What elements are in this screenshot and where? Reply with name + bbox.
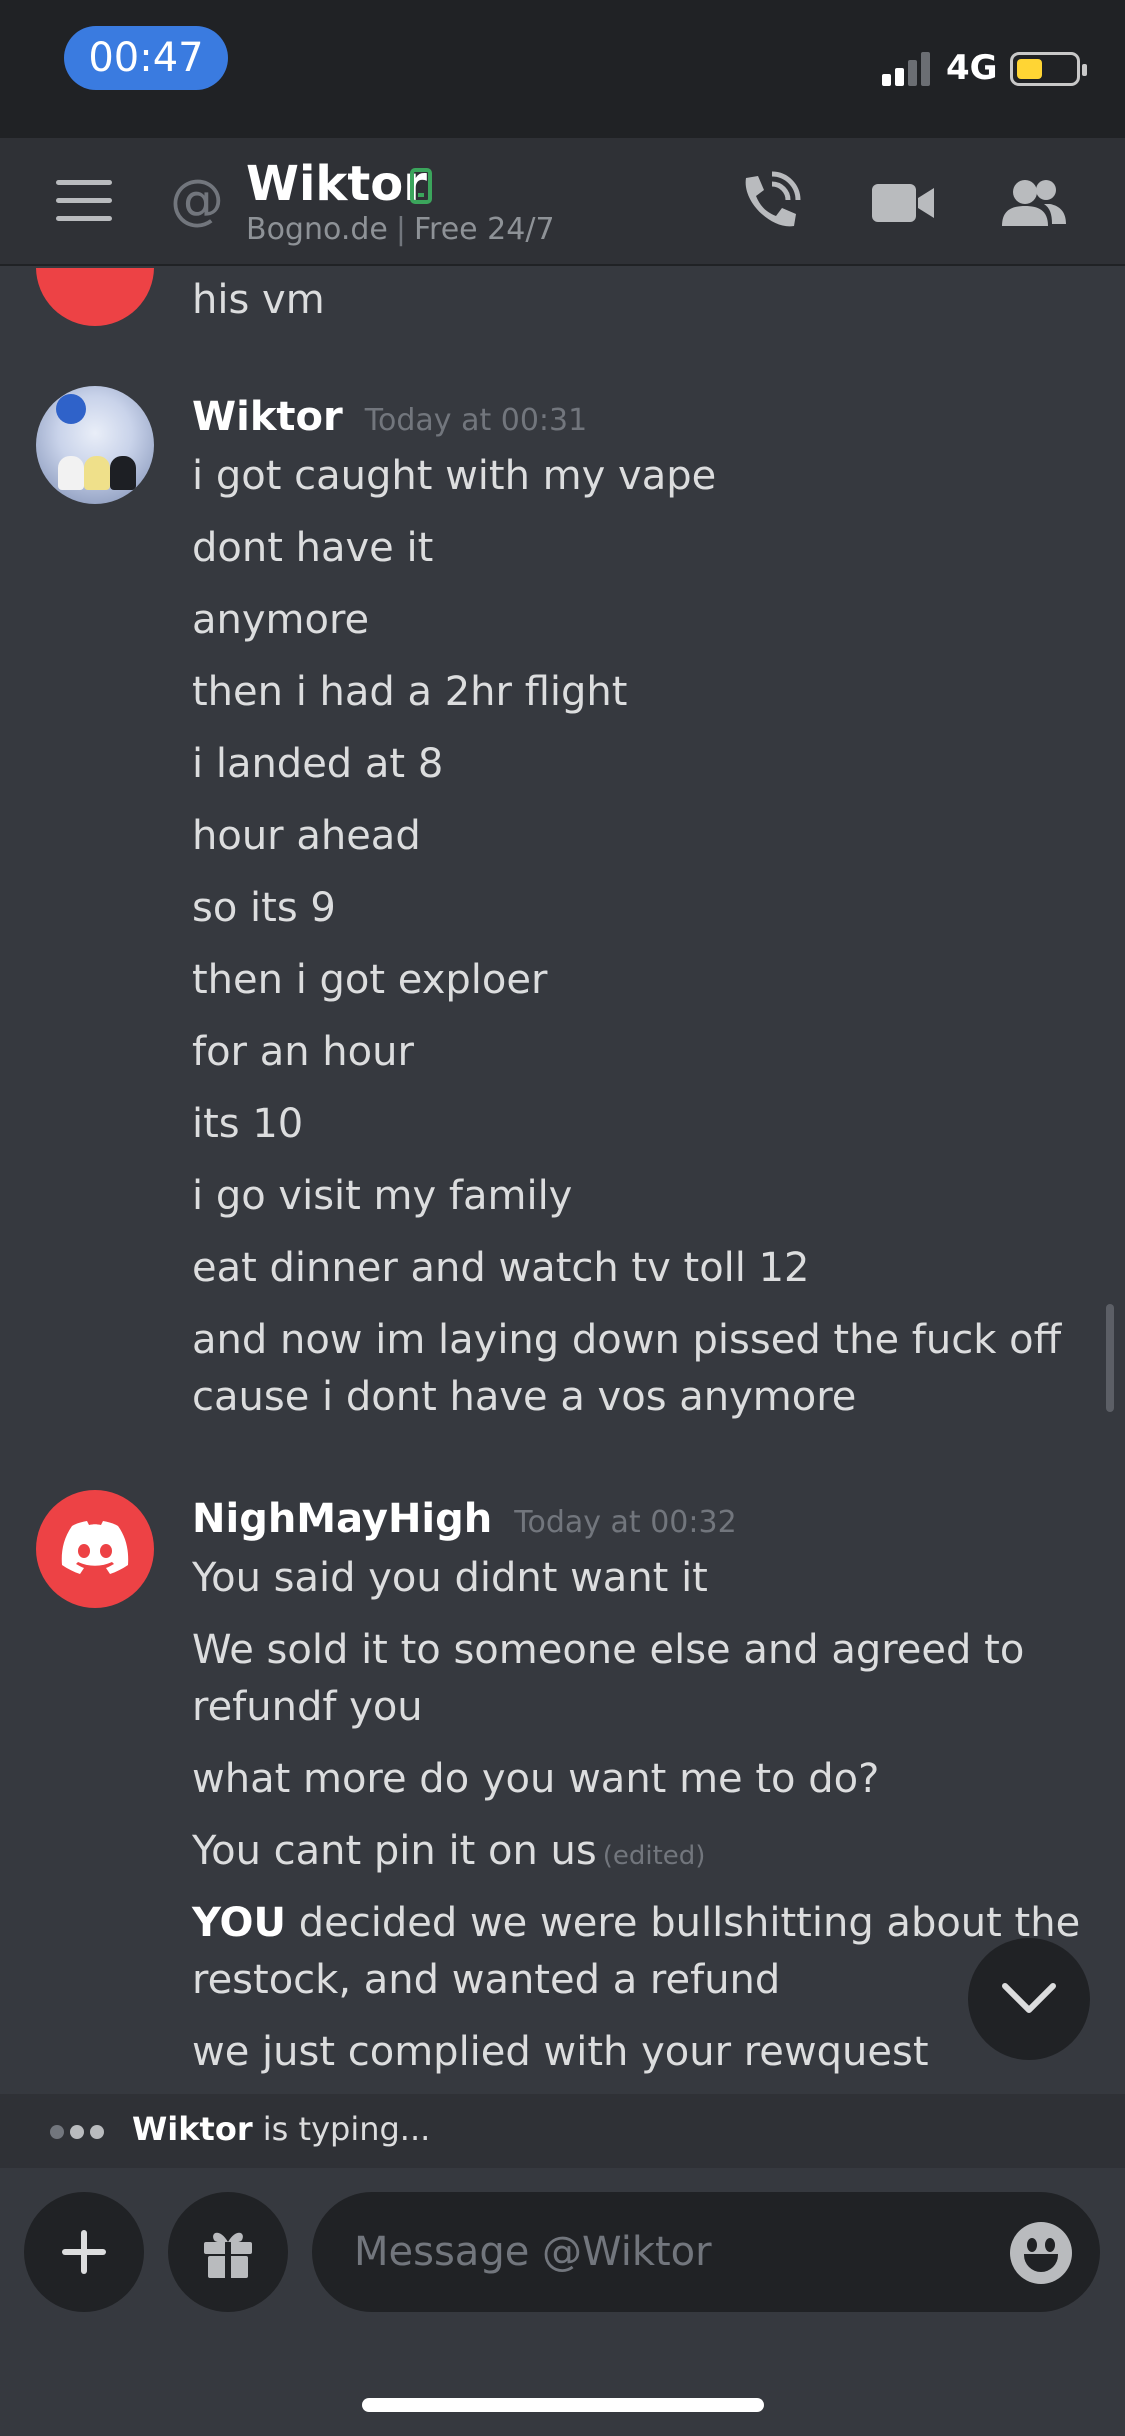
- message-text: refundf you: [192, 1684, 423, 1730]
- battery-fill: [1017, 59, 1042, 79]
- message-text: We sold it to someone else and agreed to: [192, 1627, 1025, 1673]
- home-indicator: [362, 2398, 764, 2412]
- message-header: Wiktor Today at 00:31: [192, 394, 587, 440]
- typing-indicator: Wiktor is typing...: [0, 2094, 1125, 2168]
- message-text: You cant pin it on us (edited): [192, 1823, 705, 1884]
- status-time: 00:47: [64, 26, 228, 90]
- message-text: hour ahead: [192, 813, 421, 859]
- message-text: i landed at 8: [192, 741, 444, 787]
- message-text: and now im laying down pissed the fuck o…: [192, 1317, 1062, 1363]
- at-icon: @: [170, 168, 224, 231]
- message-text: for an hour: [192, 1029, 414, 1075]
- message-input-container[interactable]: [312, 2192, 1100, 2312]
- battery-icon: [1010, 52, 1087, 86]
- avatar[interactable]: [36, 386, 154, 504]
- message-text: then i got exploer: [192, 957, 548, 1003]
- subtitle-separator: |: [395, 212, 406, 247]
- video-call-icon[interactable]: [868, 168, 938, 238]
- typing-user: Wiktor: [132, 2110, 253, 2148]
- message-text: i got caught with my vape: [192, 453, 717, 499]
- author-name[interactable]: NighMayHigh: [192, 1496, 492, 1542]
- dm-title: Wiktor: [246, 156, 427, 212]
- network-type: 4G: [946, 48, 998, 88]
- message-list[interactable]: his vm Wiktor Today at 00:31 i got caught…: [0, 268, 1125, 2094]
- avatar[interactable]: [36, 268, 154, 326]
- members-icon[interactable]: [998, 168, 1068, 238]
- status-bar: 00:47 4G: [0, 0, 1125, 138]
- message-timestamp: Today at 00:32: [514, 1505, 737, 1540]
- author-name[interactable]: Wiktor: [192, 394, 343, 440]
- subtitle-right: Free 24/7: [413, 212, 555, 247]
- emoji-icon[interactable]: [1010, 2222, 1072, 2284]
- message-input[interactable]: [354, 2222, 974, 2282]
- attach-button[interactable]: [24, 2192, 144, 2312]
- message-text: what more do you want me to do?: [192, 1756, 880, 1802]
- message-timestamp: Today at 00:31: [364, 403, 588, 438]
- discord-logo-icon: [61, 1521, 129, 1574]
- message-text: anymore: [192, 597, 370, 643]
- edited-label: (edited): [602, 1841, 706, 1871]
- gift-icon: [204, 2232, 252, 2278]
- gift-button[interactable]: [168, 2192, 288, 2312]
- message-text: we just complied with your rewquest: [192, 2029, 929, 2075]
- message-text: restock, and wanted a refund: [192, 1957, 781, 2003]
- channel-header: @ Wiktor Bogno.de | Free 24/7: [0, 138, 1125, 266]
- chevron-down-icon: [1002, 1983, 1056, 2013]
- message-text: i go visit my family: [192, 1173, 573, 1219]
- message-text-content: You cant pin it on us: [192, 1828, 597, 1874]
- message-text: dont have it: [192, 525, 434, 571]
- avatar[interactable]: [36, 1490, 154, 1608]
- signal-icon: [882, 52, 932, 86]
- message-text: then i had a 2hr flight: [192, 669, 628, 715]
- message-text: You said you didnt want it: [192, 1555, 708, 1601]
- message-text: so its 9: [192, 885, 336, 931]
- typing-suffix: is typing...: [252, 2110, 431, 2148]
- message-text-content: decided we were bullshitting about the: [298, 1900, 1081, 1946]
- menu-icon[interactable]: [56, 180, 112, 222]
- mobile-status-icon: [410, 168, 432, 204]
- message-text: his vm: [192, 277, 325, 323]
- jump-to-bottom-button[interactable]: [968, 1938, 1090, 2060]
- scrollbar[interactable]: [1106, 1304, 1114, 1412]
- message-text: eat dinner and watch tv toll 12: [192, 1245, 810, 1291]
- message-composer: [0, 2168, 1125, 2436]
- message-header: NighMayHigh Today at 00:32: [192, 1496, 737, 1542]
- dm-subtitle: Bogno.de | Free 24/7: [246, 212, 555, 247]
- message-text: its 10: [192, 1101, 304, 1147]
- subtitle-left: Bogno.de: [246, 212, 388, 247]
- typing-text: Wiktor is typing...: [132, 2110, 430, 2148]
- typing-dots-icon: [50, 2124, 110, 2143]
- message-text: YOU decided we were bullshitting about t…: [192, 1895, 1080, 1951]
- message-text: cause i dont have a vos anymore: [192, 1374, 857, 1420]
- plus-icon: [62, 2230, 106, 2274]
- bold-text: YOU: [192, 1900, 287, 1946]
- voice-call-icon[interactable]: [732, 168, 802, 238]
